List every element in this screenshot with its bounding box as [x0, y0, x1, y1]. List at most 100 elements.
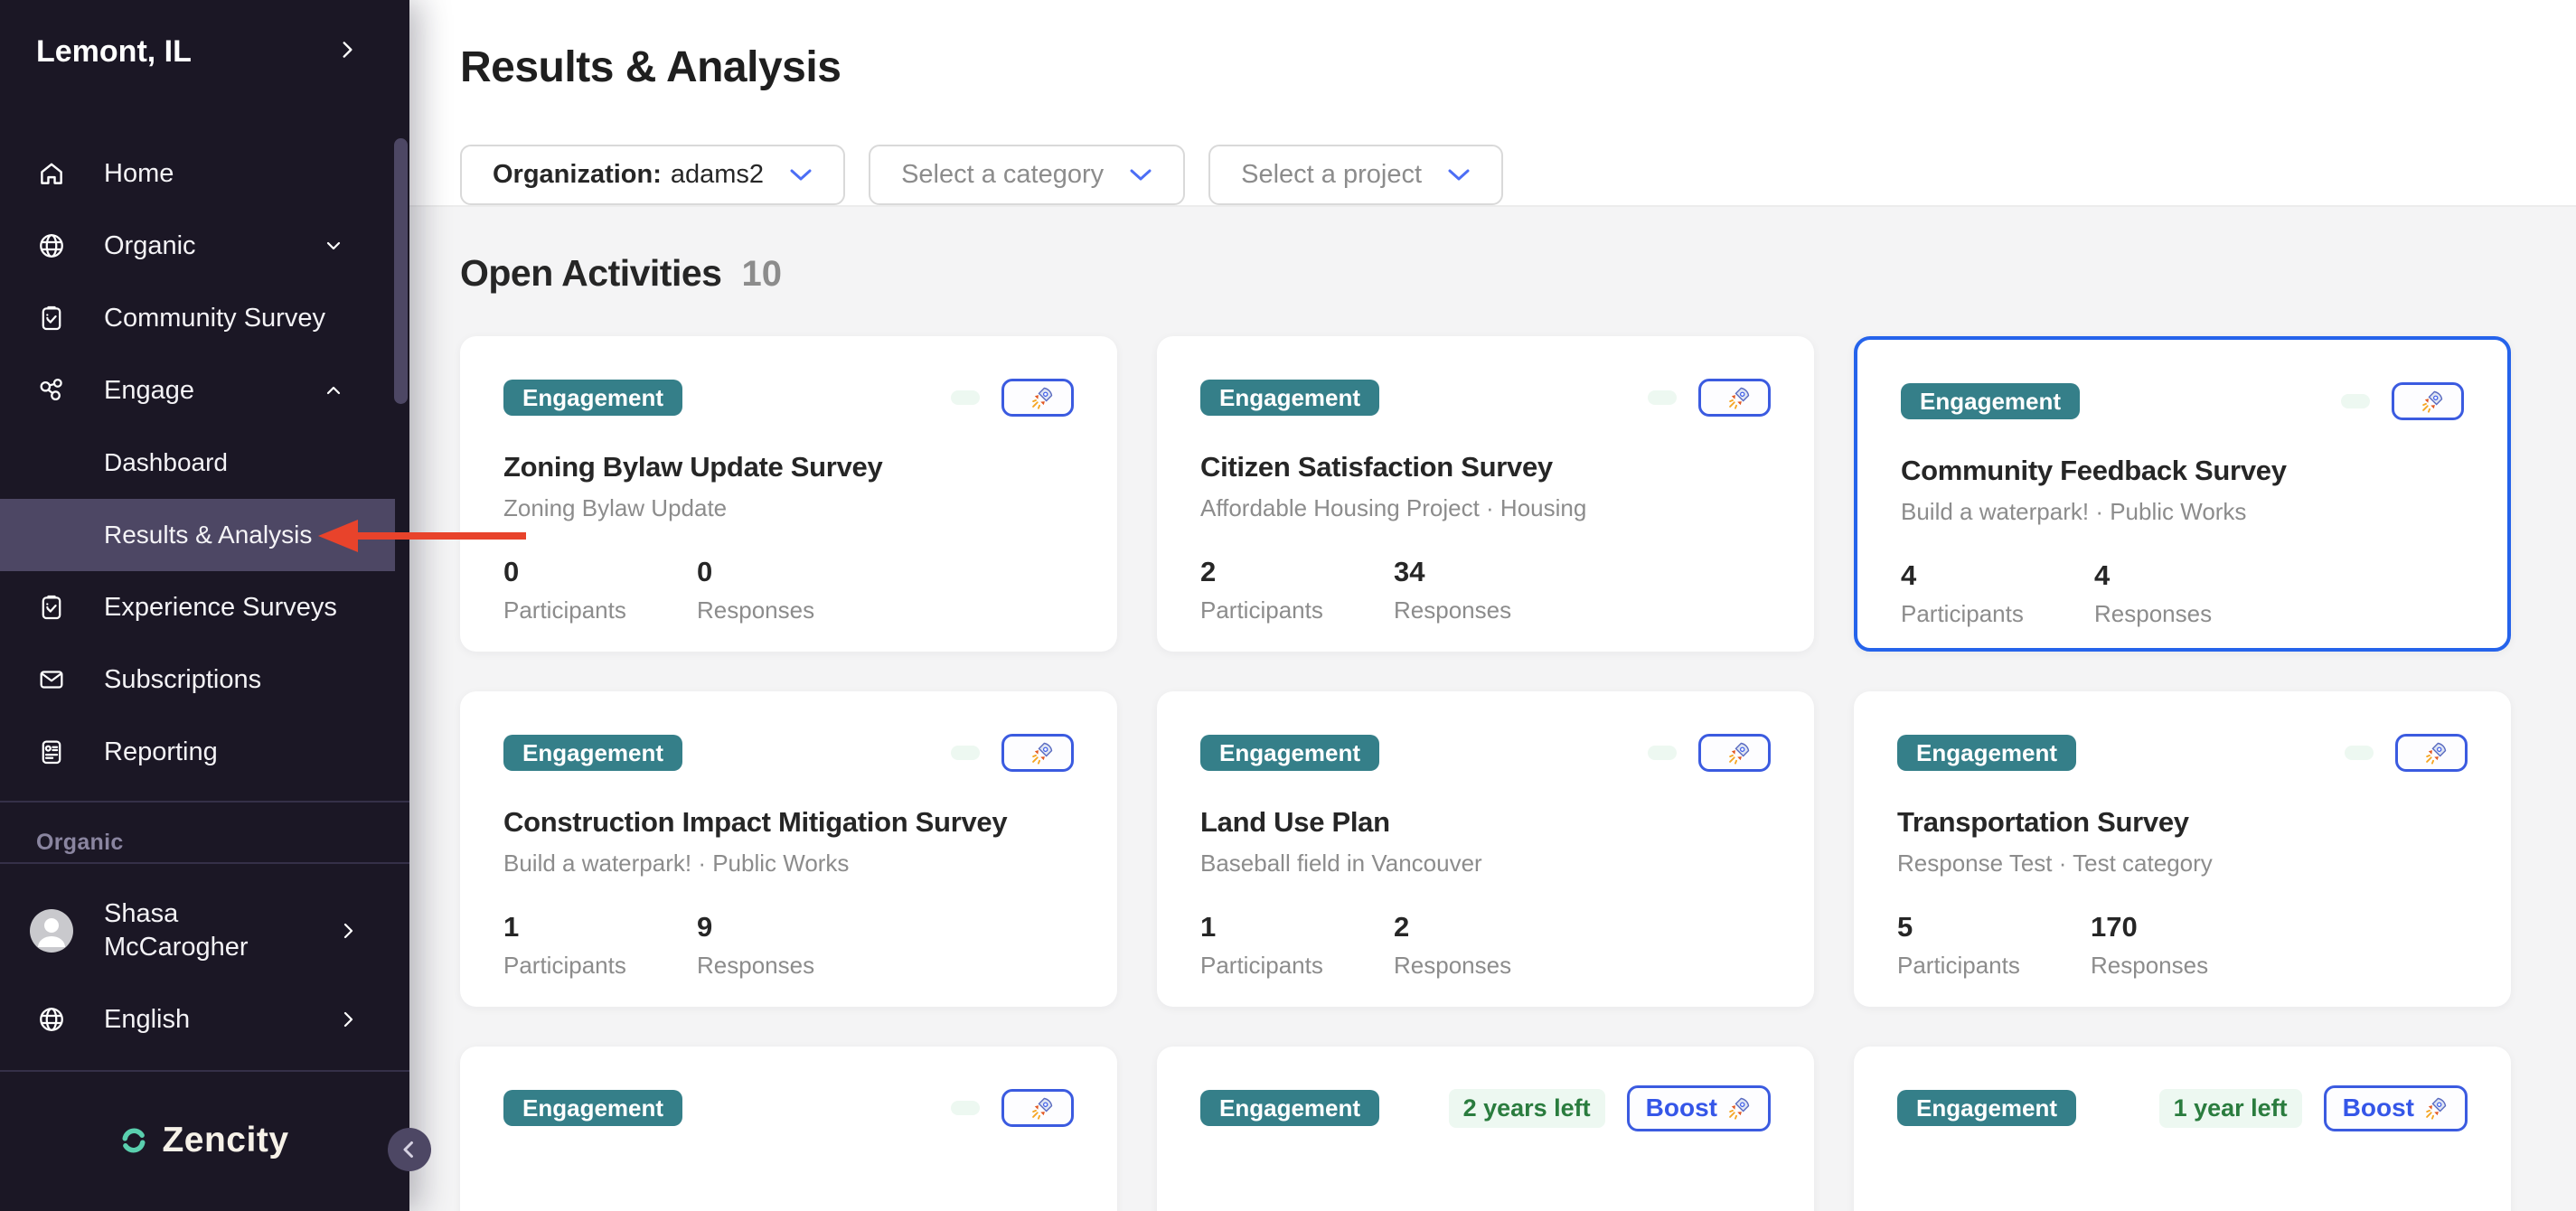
card-top-right: 1 year left Boost — [2159, 1085, 2468, 1131]
responses-label: Responses — [1394, 596, 1587, 624]
activity-card[interactable]: Engagement Citizen Satisfaction Survey A… — [1157, 336, 1814, 652]
org-switcher[interactable]: Lemont, IL — [36, 34, 359, 70]
sidebar-collapse-button[interactable] — [388, 1128, 431, 1171]
card-subtitle: Build a waterpark! · Public Works — [503, 850, 1074, 878]
engagement-badge: Engagement — [1200, 1090, 1379, 1126]
time-left-badge — [2341, 394, 2370, 408]
card-top-row: Engagement 1 year left Boost — [1897, 1088, 2468, 1128]
rocket-icon — [1029, 1095, 1055, 1121]
language-selector[interactable]: English — [0, 983, 409, 1056]
card-subtitle: Affordable Housing Project · Housing — [1200, 494, 1771, 522]
time-left-badge — [1648, 390, 1677, 405]
project-dropdown[interactable]: Select a project — [1208, 145, 1503, 205]
rocket-icon — [1029, 385, 1055, 410]
sidebar-item-organic[interactable]: Organic — [0, 210, 395, 282]
card-top-row: Engagement — [1901, 381, 2464, 421]
card-top-row: Engagement — [1200, 378, 1771, 418]
card-top-row: Engagement 2 years left Boost — [1200, 1088, 1771, 1128]
time-left-badge — [951, 390, 980, 405]
card-stats: 2 Participants 34 Responses — [1200, 556, 1771, 624]
time-left-badge — [1648, 746, 1677, 760]
boost-button[interactable] — [1001, 379, 1074, 417]
card-top-right — [2341, 382, 2464, 420]
chevron-right-icon — [335, 34, 359, 70]
engagement-badge: Engagement — [1200, 380, 1379, 416]
participants-label: Participants — [1897, 952, 2091, 980]
engagement-badge: Engagement — [1897, 1090, 2076, 1126]
sidebar-item-engage[interactable]: Engage — [0, 354, 395, 427]
activity-card[interactable]: Engagement Transportation Survey Respons… — [1854, 691, 2511, 1007]
rocket-icon — [2420, 389, 2445, 414]
activity-card[interactable]: Engagement Community Feedback Survey Bui… — [1854, 336, 2511, 652]
responses-label: Responses — [697, 952, 890, 980]
activity-card[interactable]: Engagement 2 years left Boost — [1157, 1047, 1814, 1211]
app-window: Lemont, IL HomeOrganicCommunity SurveyEn… — [0, 0, 2576, 1211]
sidebar-item-results-analysis[interactable]: Results & Analysis — [0, 499, 395, 571]
activity-card[interactable]: Engagement Land Use Plan Baseball field … — [1157, 691, 1814, 1007]
divider — [0, 801, 409, 803]
boost-button[interactable] — [2395, 734, 2468, 772]
card-title: Land Use Plan — [1200, 806, 1771, 839]
responses-value: 4 — [2094, 559, 2288, 592]
report-icon — [36, 737, 67, 767]
responses-value: 9 — [697, 911, 890, 943]
responses-stat: 170 Responses — [2091, 911, 2284, 980]
language-label: English — [104, 1005, 190, 1035]
chevron-up-icon — [323, 380, 344, 401]
zencity-logo-icon — [120, 1127, 147, 1154]
participants-label: Participants — [503, 952, 697, 980]
rocket-icon — [2423, 1095, 2449, 1121]
sidebar-item-experience-surveys[interactable]: Experience Surveys — [0, 571, 395, 643]
chevron-left-icon — [396, 1136, 423, 1163]
rocket-icon — [1726, 385, 1752, 410]
responses-stat: 4 Responses — [2094, 559, 2288, 628]
filter-bar: Organization: adams2 Select a category S… — [460, 145, 2576, 205]
sidebar-item-subscriptions[interactable]: Subscriptions — [0, 643, 395, 716]
sidebar-item-reporting[interactable]: Reporting — [0, 716, 395, 788]
avatar — [30, 909, 73, 953]
card-title: Citizen Satisfaction Survey — [1200, 451, 1771, 483]
activity-card[interactable]: Engagement Construction Impact Mitigatio… — [460, 691, 1117, 1007]
page-title: Results & Analysis — [460, 45, 2576, 90]
boost-button[interactable] — [1698, 734, 1771, 772]
card-subtitle: Build a waterpark! · Public Works — [1901, 498, 2464, 526]
envelope-icon — [36, 664, 67, 695]
responses-value: 0 — [697, 556, 890, 588]
activity-card[interactable]: Engagement 1 year left Boost — [1854, 1047, 2511, 1211]
engagement-badge: Engagement — [503, 380, 682, 416]
boost-button[interactable]: Boost — [1627, 1085, 1771, 1131]
participants-stat: 2 Participants — [1200, 556, 1394, 624]
organization-label: Organization: — [493, 160, 662, 190]
boost-label: Boost — [2343, 1092, 2414, 1124]
boost-button[interactable] — [1001, 734, 1074, 772]
card-stats: 4 Participants 4 Responses — [1901, 559, 2464, 628]
activity-card[interactable]: Engagement Zoning Bylaw Update Survey Zo… — [460, 336, 1117, 652]
activity-card[interactable]: Engagement — [460, 1047, 1117, 1211]
sidebar-item-label: Reporting — [104, 737, 218, 767]
boost-button[interactable] — [1698, 379, 1771, 417]
section-title: Open Activities — [460, 252, 721, 295]
boost-button[interactable] — [1001, 1089, 1074, 1127]
category-dropdown[interactable]: Select a category — [869, 145, 1185, 205]
chevron-right-icon — [337, 1009, 359, 1030]
responses-stat: 9 Responses — [697, 911, 890, 980]
participants-label: Participants — [1200, 952, 1394, 980]
sidebar-item-label: Results & Analysis — [104, 521, 312, 549]
sidebar-scrollbar[interactable] — [394, 138, 408, 404]
participants-value: 1 — [503, 911, 697, 943]
chevron-down-icon — [1447, 168, 1471, 183]
section-heading: Open Activities 10 — [460, 252, 2511, 295]
time-left-badge — [951, 746, 980, 760]
sidebar-item-home[interactable]: Home — [0, 137, 395, 210]
organization-dropdown[interactable]: Organization: adams2 — [460, 145, 845, 205]
card-subtitle: Response Test · Test category — [1897, 850, 2468, 878]
sidebar-item-dashboard[interactable]: Dashboard — [0, 427, 395, 499]
boost-button[interactable] — [2392, 382, 2464, 420]
boost-button[interactable]: Boost — [2324, 1085, 2468, 1131]
user-menu[interactable]: Shasa McCarogher — [30, 895, 409, 967]
sidebar-item-community-survey[interactable]: Community Survey — [0, 282, 395, 354]
org-name: Lemont, IL — [36, 34, 192, 70]
sidebar-nav: HomeOrganicCommunity SurveyEngageDashboa… — [0, 137, 409, 788]
time-left-badge — [2345, 746, 2374, 760]
card-top-right — [951, 379, 1074, 417]
